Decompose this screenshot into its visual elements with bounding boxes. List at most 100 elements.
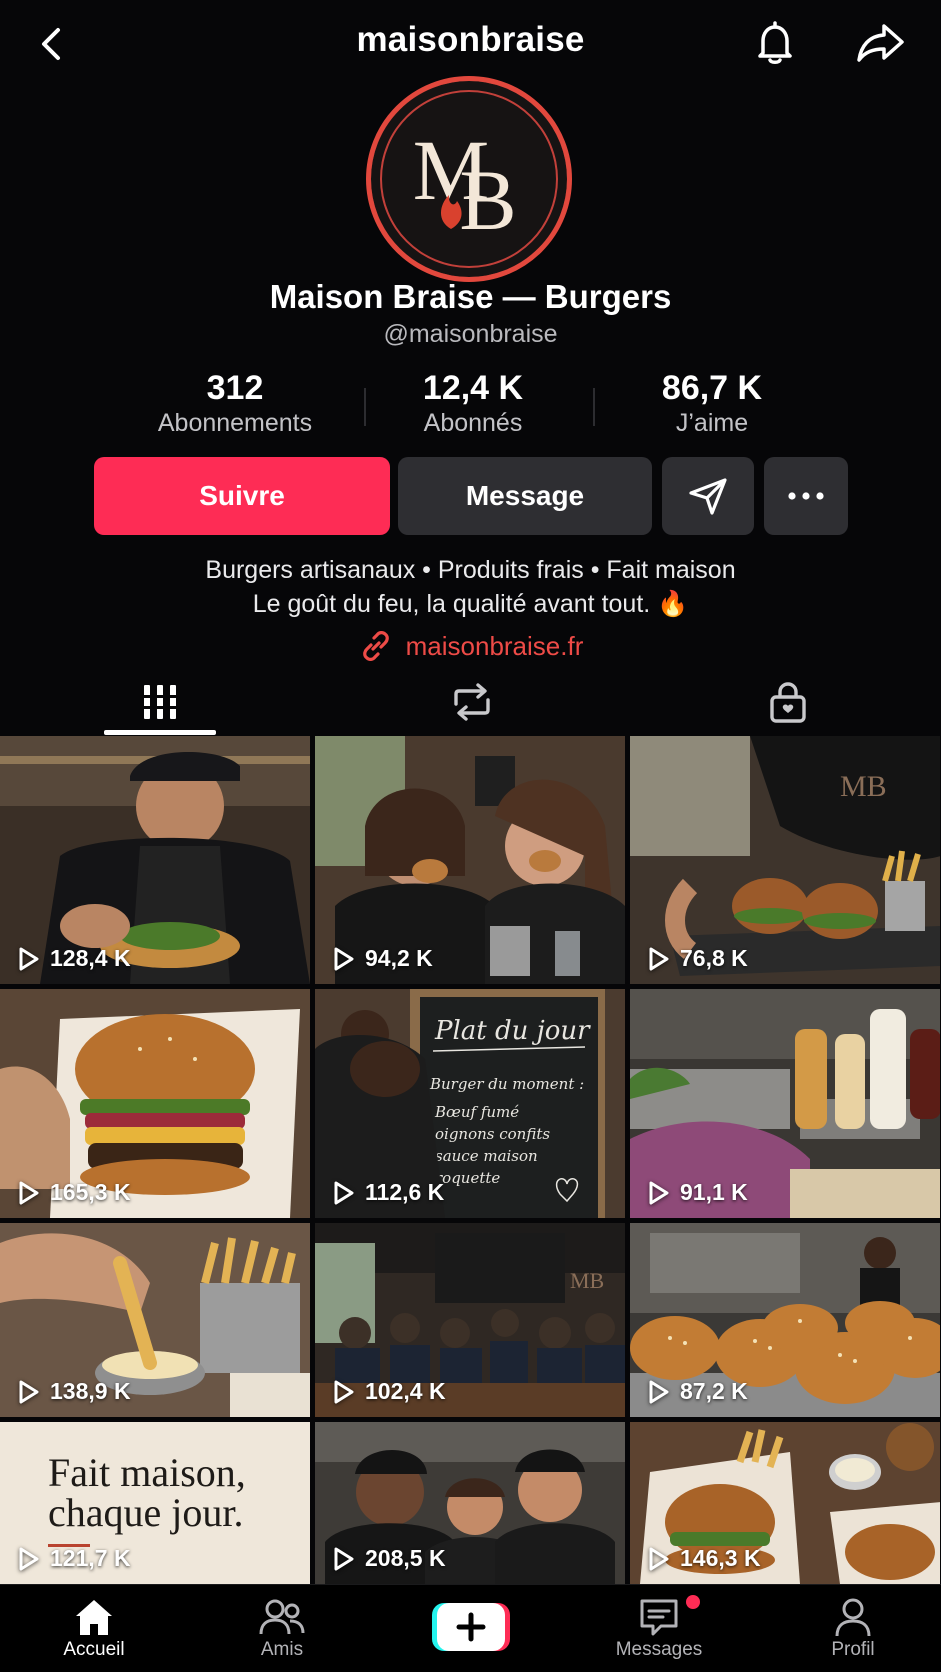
stat-likes[interactable]: 86,7 K J’aime <box>597 368 827 438</box>
video-thumbnail[interactable]: Fait maison, chaque jour. 121,7 K <box>0 1422 310 1584</box>
view-count-text: 91,1 K <box>680 1179 748 1205</box>
chalkboard-line: sauce maison <box>435 1147 538 1165</box>
play-icon <box>649 1181 669 1204</box>
video-thumbnail[interactable]: 128,4 K <box>0 736 310 984</box>
video-thumbnail[interactable]: 138,9 K <box>0 1223 310 1417</box>
tab-videos[interactable] <box>130 676 190 728</box>
nav-home[interactable]: Accueil <box>34 1595 154 1661</box>
home-icon <box>76 1600 112 1635</box>
nav-profile[interactable]: Profil <box>793 1595 913 1661</box>
send-button[interactable] <box>662 457 754 535</box>
message-button[interactable]: Message <box>398 457 652 535</box>
chalkboard-line: roquette <box>435 1169 500 1187</box>
video-thumbnail[interactable]: MB 76,8 K <box>630 736 940 984</box>
nav-messages-label: Messages <box>615 1639 703 1660</box>
video-thumbnail[interactable]: Plat du jour Burger du moment : Bœuf fum… <box>315 989 625 1218</box>
video-thumbnail[interactable]: 146,3 K <box>630 1422 940 1584</box>
profile-link-text: maisonbraise.fr <box>405 630 584 661</box>
video-thumbnail[interactable]: MB 102,4 K <box>315 1223 625 1417</box>
view-count: 146,3 K <box>648 1545 761 1572</box>
view-count-text: 138,9 K <box>50 1378 131 1404</box>
profile-stats: 312 Abonnements 12,4 K Abonnés 86,7 K J’… <box>120 368 820 440</box>
share-arrow-icon <box>857 24 904 62</box>
plus-icon <box>432 1603 510 1651</box>
view-count-text: 146,3 K <box>680 1545 761 1571</box>
view-count: 94,2 K <box>333 945 433 972</box>
avatar[interactable]: M B <box>366 76 572 282</box>
view-count-text: 165,3 K <box>50 1179 131 1205</box>
more-options-button[interactable] <box>764 457 848 535</box>
share-button[interactable] <box>854 18 908 68</box>
view-count: 76,8 K <box>648 945 748 972</box>
play-icon <box>19 1380 39 1403</box>
play-icon <box>649 1380 669 1403</box>
create-button[interactable] <box>432 1601 510 1653</box>
stat-following[interactable]: 312 Abonnements <box>120 368 350 438</box>
view-count-text: 102,4 K <box>365 1378 446 1404</box>
play-icon <box>334 947 354 970</box>
paper-plane-icon <box>689 478 727 515</box>
top-bar: maisonbraise <box>0 0 941 86</box>
bell-icon <box>758 21 792 64</box>
video-thumbnail[interactable]: 208,5 K <box>315 1422 625 1584</box>
svg-text:MB: MB <box>840 770 887 803</box>
message-icon <box>640 1599 678 1636</box>
link-icon <box>362 631 389 661</box>
view-count: 112,6 K <box>333 1179 444 1206</box>
follow-button[interactable]: Suivre <box>94 457 390 535</box>
stat-following-label: Abonnements <box>157 409 313 437</box>
profile-handle: @maisonbraise <box>383 320 558 348</box>
view-count: 102,4 K <box>333 1378 446 1405</box>
play-icon <box>19 947 39 970</box>
active-tab-indicator <box>104 730 216 735</box>
tab-private[interactable] <box>758 676 818 728</box>
content-tabs <box>0 670 941 736</box>
stat-likes-value: 86,7 K <box>661 369 763 407</box>
stat-followers-label: Abonnés <box>423 409 523 437</box>
lock-icon <box>770 682 806 723</box>
video-thumbnail[interactable]: 87,2 K <box>630 1223 940 1417</box>
bottom-navigation: Accueil Amis Messages Profil <box>0 1584 941 1672</box>
nav-messages[interactable]: Messages <box>599 1595 719 1661</box>
profile-bio: Burgers artisanaux • Produits frais • Fa… <box>0 553 941 621</box>
logo-letter-b: B <box>459 152 516 248</box>
brand-logo: M B <box>413 122 517 248</box>
play-icon <box>19 1181 39 1204</box>
chalkboard-title: Plat du jour <box>434 1016 591 1046</box>
view-count: 121,7 K <box>18 1545 131 1572</box>
nav-home-label: Accueil <box>63 1639 125 1660</box>
text-card-line: chaque jour. <box>48 1490 244 1535</box>
play-icon <box>649 1547 669 1570</box>
notifications-button[interactable] <box>750 18 800 68</box>
view-count: 87,2 K <box>648 1378 748 1405</box>
more-dots-icon <box>788 492 824 500</box>
chalkboard-line: Bœuf fumé <box>434 1103 519 1121</box>
text-card-line: Fait maison, <box>48 1450 246 1495</box>
profile-link[interactable]: maisonbraise.fr <box>0 628 941 664</box>
profile-display-name: Maison Braise — Burgers <box>269 278 672 315</box>
view-count: 138,9 K <box>18 1378 131 1405</box>
svg-text:MB: MB <box>570 1268 604 1293</box>
video-thumbnail[interactable]: 91,1 K <box>630 989 940 1218</box>
video-thumbnail[interactable]: 94,2 K <box>315 736 625 984</box>
view-count: 208,5 K <box>333 1545 446 1572</box>
stat-followers[interactable]: 12,4 K Abonnés <box>358 368 588 438</box>
nav-profile-label: Profil <box>831 1639 875 1660</box>
chalkboard-line: Burger du moment : <box>429 1075 584 1093</box>
chalkboard-line: oignons confits <box>435 1125 550 1143</box>
view-count-text: 76,8 K <box>680 945 748 971</box>
bio-line: Le goût du feu, la qualité avant tout. 🔥 <box>252 590 689 618</box>
play-icon <box>334 1380 354 1403</box>
friends-icon <box>259 1599 305 1635</box>
nav-friends[interactable]: Amis <box>222 1595 342 1661</box>
stat-followers-value: 12,4 K <box>422 369 524 407</box>
view-count: 128,4 K <box>18 945 131 972</box>
video-thumbnail[interactable]: 165,3 K <box>0 989 310 1218</box>
view-count-text: 121,7 K <box>50 1545 131 1571</box>
grid-icon <box>142 685 178 719</box>
view-count-text: 87,2 K <box>680 1378 748 1404</box>
stat-likes-label: J’aime <box>675 409 749 437</box>
play-icon <box>334 1547 354 1570</box>
tab-reposts[interactable] <box>442 676 502 728</box>
view-count: 91,1 K <box>648 1179 748 1206</box>
